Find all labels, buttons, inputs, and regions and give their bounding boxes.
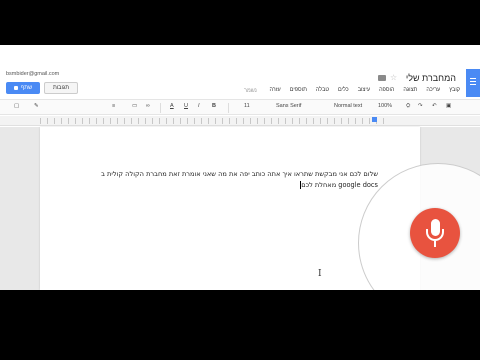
lock-icon	[13, 86, 18, 90]
microphone-button[interactable]	[410, 208, 460, 258]
toolbar: ▢ ✎ ≡ ▭ ∞ A U I B 11 Sans Serif Normal t…	[0, 99, 480, 115]
document-line: שלום לכם אני מבקשת שתראו איך אתה כותב יפ…	[101, 170, 378, 178]
menu-bar: קובץ עריכה תצוגה הוספה עיצוב כלים טבלה ת…	[269, 87, 460, 93]
print-icon[interactable]: ▣	[446, 103, 451, 109]
menu-item-addons[interactable]: תוספים	[290, 87, 307, 93]
menu-item-help[interactable]: עזרה	[269, 87, 280, 93]
ruler[interactable]	[0, 116, 480, 126]
indent-marker[interactable]	[372, 117, 377, 122]
redo-icon[interactable]: ↷	[418, 103, 423, 109]
menu-item-tools[interactable]: כלים	[338, 87, 349, 93]
comment-add-icon[interactable]: ▭	[132, 103, 137, 109]
list-options-icon[interactable]: ≡	[112, 103, 115, 109]
docs-logo-icon[interactable]	[466, 69, 480, 97]
bold-icon[interactable]: B	[212, 103, 216, 109]
share-label: שתף	[20, 85, 33, 91]
menu-item-insert[interactable]: הוספה	[379, 87, 394, 93]
header: bsmbider@gmail.com שתף תגובות ☆ המחברת ש…	[0, 45, 480, 97]
undo-icon[interactable]: ↶	[432, 103, 437, 109]
account-email[interactable]: bsmbider@gmail.com	[6, 71, 59, 77]
document-body[interactable]: שלום לכם אני מבקשת שתראו איך אתה כותב יפ…	[78, 169, 378, 191]
folder-icon[interactable]	[378, 75, 386, 81]
italic-icon[interactable]: I	[198, 103, 200, 109]
mouse-cursor-icon: I	[318, 269, 322, 279]
menu-item-table[interactable]: טבלה	[316, 87, 329, 93]
menu-item-format[interactable]: עיצוב	[358, 87, 370, 93]
star-icon[interactable]: ☆	[390, 73, 397, 82]
menu-item-file[interactable]: קובץ	[449, 87, 460, 93]
comment-icon[interactable]: ▢	[14, 103, 19, 109]
underline-icon[interactable]: U	[184, 103, 188, 109]
menu-item-view[interactable]: תצוגה	[403, 87, 417, 93]
menu-item-edit[interactable]: עריכה	[426, 87, 440, 93]
save-status: נשמר	[244, 88, 257, 94]
link-icon[interactable]: ∞	[146, 103, 150, 109]
text-color-icon[interactable]: A	[170, 103, 174, 109]
comments-button[interactable]: תגובות	[44, 82, 78, 94]
font-select[interactable]: Sans Serif	[276, 103, 301, 109]
app-window: bsmbider@gmail.com שתף תגובות ☆ המחברת ש…	[0, 45, 480, 290]
style-select[interactable]: Normal text	[334, 103, 362, 109]
font-size-select[interactable]: 11	[244, 103, 250, 109]
doc-title[interactable]: המחברת שלי	[406, 73, 456, 83]
paint-format-icon[interactable]: ⛭	[406, 103, 410, 110]
zoom-select[interactable]: 100%	[378, 103, 392, 109]
pen-icon[interactable]: ✎	[34, 103, 39, 109]
share-button[interactable]: שתף	[6, 82, 40, 94]
document-line: google docs מאחלת לכם	[301, 181, 378, 189]
